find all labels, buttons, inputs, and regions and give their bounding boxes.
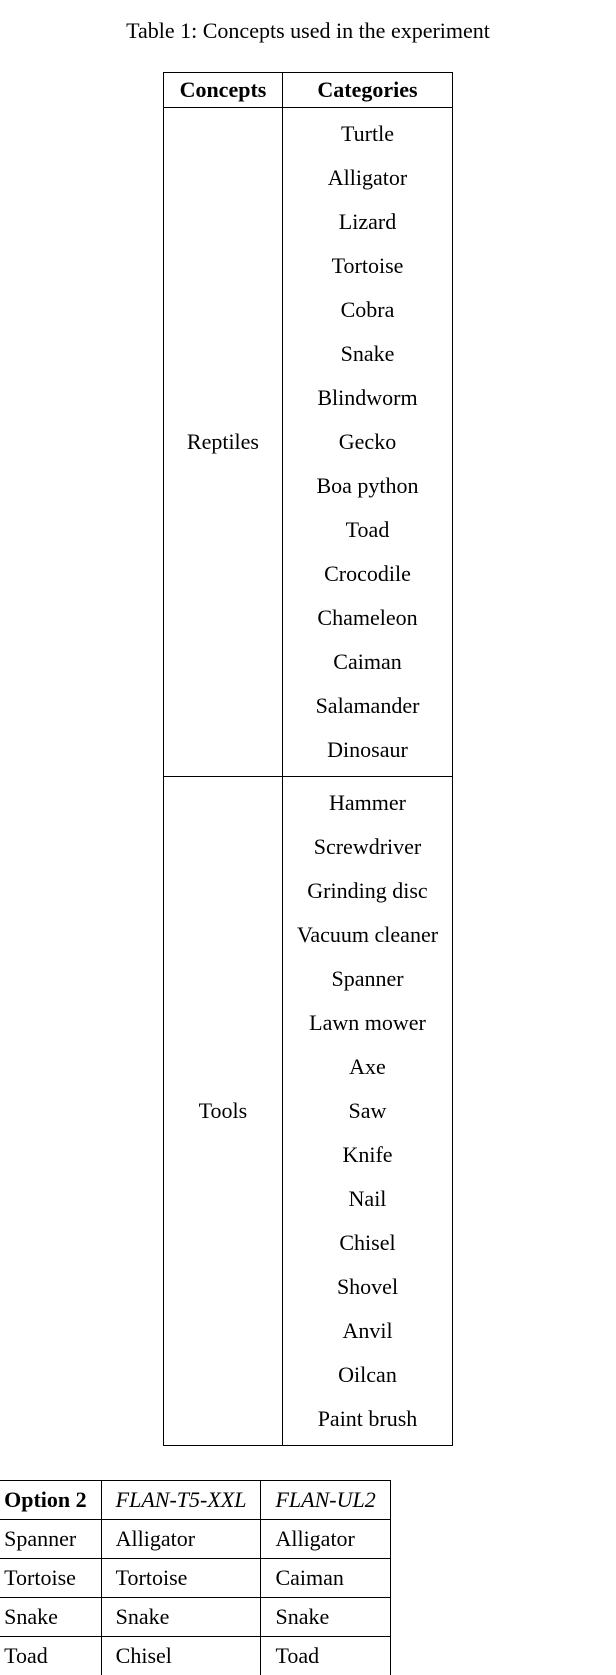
cell: Toad: [261, 1637, 390, 1675]
category-item: Cobra: [297, 288, 438, 332]
table-row: ToolsHammerScrewdriverGrinding discVacuu…: [163, 777, 452, 1446]
category-item: Boa python: [297, 464, 438, 508]
category-item: Alligator: [297, 156, 438, 200]
concept-cell: Reptiles: [163, 108, 282, 777]
category-item: Snake: [297, 332, 438, 376]
table-caption: Table 1: Concepts used in the experiment: [0, 18, 616, 44]
category-item: Gecko: [297, 420, 438, 464]
concepts-table: Concepts Categories ReptilesTurtleAlliga…: [163, 72, 453, 1446]
cell: Alligator: [261, 1520, 390, 1559]
category-item: Tortoise: [297, 244, 438, 288]
header-categories: Categories: [282, 73, 452, 108]
category-item: Nail: [297, 1177, 438, 1221]
cell: Snake: [261, 1598, 390, 1637]
table-row: ReptilesTurtleAlligatorLizardTortoiseCob…: [163, 108, 452, 777]
category-item: Lawn mower: [297, 1001, 438, 1045]
category-item: Paint brush: [297, 1397, 438, 1441]
column-header: FLAN-T5-XXL: [101, 1481, 261, 1520]
cell: Chisel: [101, 1637, 261, 1675]
category-item: Lizard: [297, 200, 438, 244]
column-header: Option 2: [0, 1481, 101, 1520]
categories-cell: HammerScrewdriverGrinding discVacuum cle…: [282, 777, 452, 1446]
table-row: torSpannerAlligatorAlligator: [0, 1520, 390, 1559]
category-item: Vacuum cleaner: [297, 913, 438, 957]
cell: Tortoise: [101, 1559, 261, 1598]
cell: Alligator: [101, 1520, 261, 1559]
header-concepts: Concepts: [163, 73, 282, 108]
category-item: Chameleon: [297, 596, 438, 640]
category-item: Salamander: [297, 684, 438, 728]
category-item: Oilcan: [297, 1353, 438, 1397]
category-item: Caiman: [297, 640, 438, 684]
cell: Caiman: [261, 1559, 390, 1598]
category-item: Screwdriver: [297, 825, 438, 869]
category-item: Anvil: [297, 1309, 438, 1353]
cell: Toad: [0, 1637, 101, 1675]
category-item: Dinosaur: [297, 728, 438, 772]
table-row: lToadChiselToad: [0, 1637, 390, 1675]
concept-cell: Tools: [163, 777, 282, 1446]
category-item: Crocodile: [297, 552, 438, 596]
cell: Snake: [101, 1598, 261, 1637]
category-item: Saw: [297, 1089, 438, 1133]
category-item: Hammer: [297, 781, 438, 825]
results-table-partial: n 1Option 2FLAN-T5-XXLFLAN-UL2 torSpanne…: [0, 1480, 391, 1675]
cell: Snake: [0, 1598, 101, 1637]
category-item: Knife: [297, 1133, 438, 1177]
category-item: Axe: [297, 1045, 438, 1089]
category-item: Grinding disc: [297, 869, 438, 913]
table-header-row: n 1Option 2FLAN-T5-XXLFLAN-UL2: [0, 1481, 390, 1520]
category-item: Turtle: [297, 112, 438, 156]
table-row: anTortoiseTortoiseCaiman: [0, 1559, 390, 1598]
table-row: ythonSnakeSnakeSnake: [0, 1598, 390, 1637]
category-item: Spanner: [297, 957, 438, 1001]
category-item: Toad: [297, 508, 438, 552]
table-header-row: Concepts Categories: [163, 73, 452, 108]
cell: Tortoise: [0, 1559, 101, 1598]
category-item: Chisel: [297, 1221, 438, 1265]
category-item: Blindworm: [297, 376, 438, 420]
cell: Spanner: [0, 1520, 101, 1559]
categories-cell: TurtleAlligatorLizardTortoiseCobraSnakeB…: [282, 108, 452, 777]
column-header: FLAN-UL2: [261, 1481, 390, 1520]
category-item: Shovel: [297, 1265, 438, 1309]
